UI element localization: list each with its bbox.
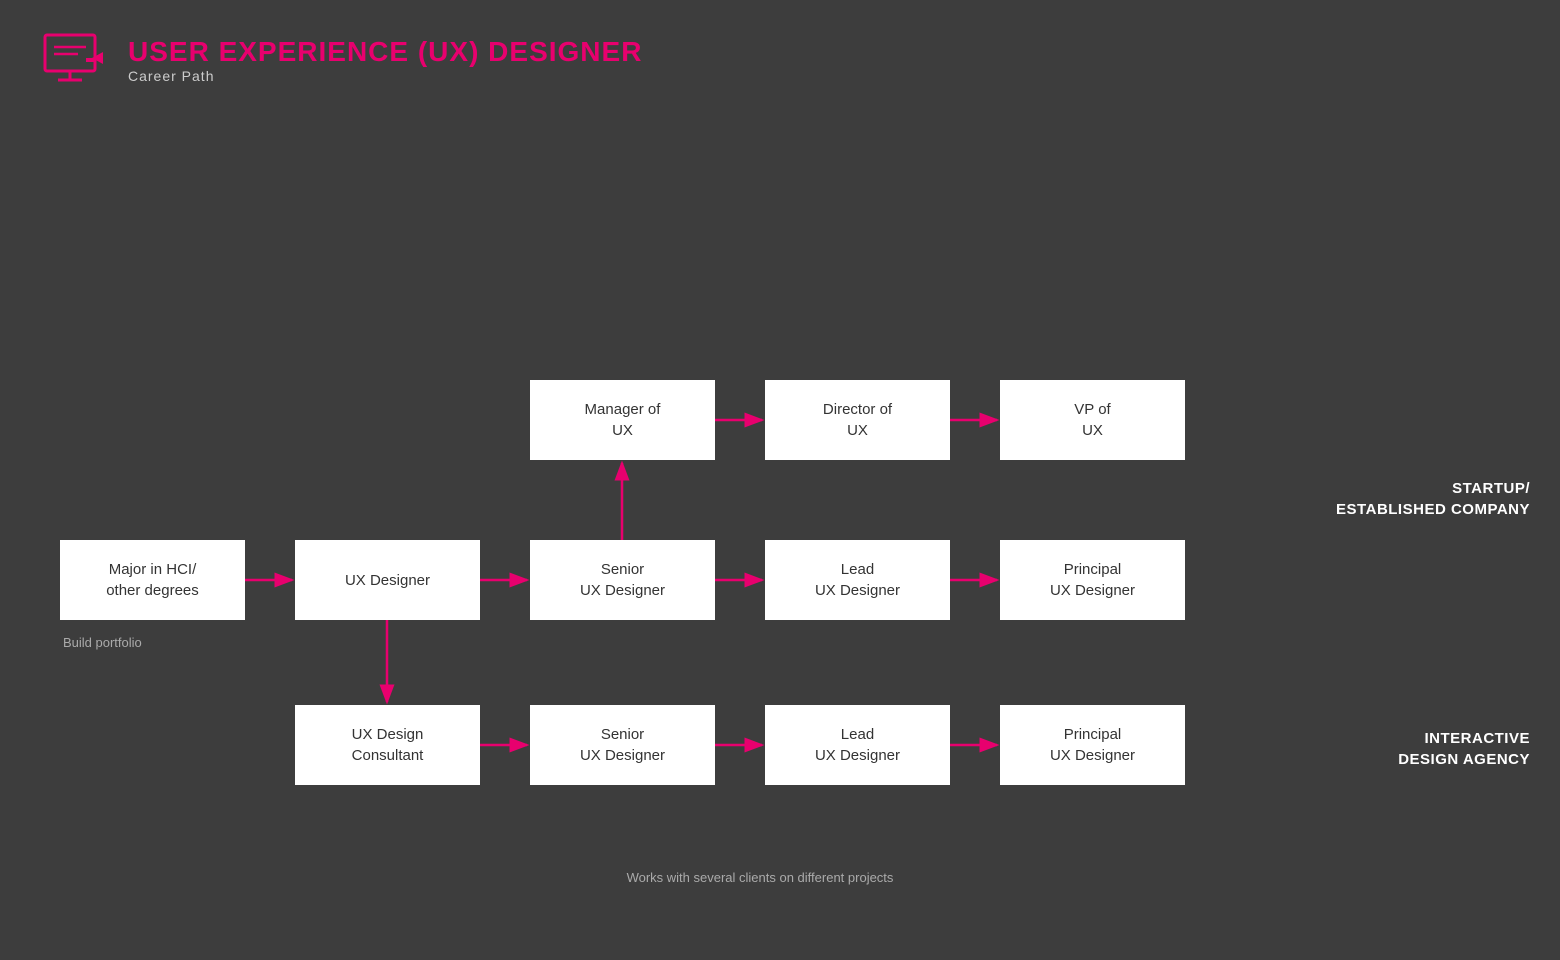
node-ux-consultant: UX Design Consultant <box>295 705 480 785</box>
node-director-ux: Director of UX <box>765 380 950 460</box>
header: USER EXPERIENCE (UX) DESIGNER Career Pat… <box>40 30 642 90</box>
header-text: USER EXPERIENCE (UX) DESIGNER Career Pat… <box>128 36 642 84</box>
startup-label: STARTUP/ ESTABLISHED COMPANY <box>1336 478 1530 520</box>
header-subtitle: Career Path <box>128 68 642 84</box>
portfolio-note: Build portfolio <box>63 635 142 650</box>
diagram: Major in HCI/ other degrees UX Designer … <box>0 160 1560 960</box>
node-ux-designer: UX Designer <box>295 540 480 620</box>
node-senior-ux-startup: Senior UX Designer <box>530 540 715 620</box>
clients-note: Works with several clients on different … <box>530 870 990 885</box>
node-senior-ux-agency: Senior UX Designer <box>530 705 715 785</box>
node-principal-ux-agency: Principal UX Designer <box>1000 705 1185 785</box>
node-principal-ux-startup: Principal UX Designer <box>1000 540 1185 620</box>
logo-icon <box>40 30 110 90</box>
header-title: USER EXPERIENCE (UX) DESIGNER <box>128 36 642 68</box>
node-manager-ux: Manager of UX <box>530 380 715 460</box>
node-lead-ux-agency: Lead UX Designer <box>765 705 950 785</box>
node-lead-ux-startup: Lead UX Designer <box>765 540 950 620</box>
node-vp-ux: VP of UX <box>1000 380 1185 460</box>
agency-label: INTERACTIVE DESIGN AGENCY <box>1398 728 1530 770</box>
node-hci: Major in HCI/ other degrees <box>60 540 245 620</box>
